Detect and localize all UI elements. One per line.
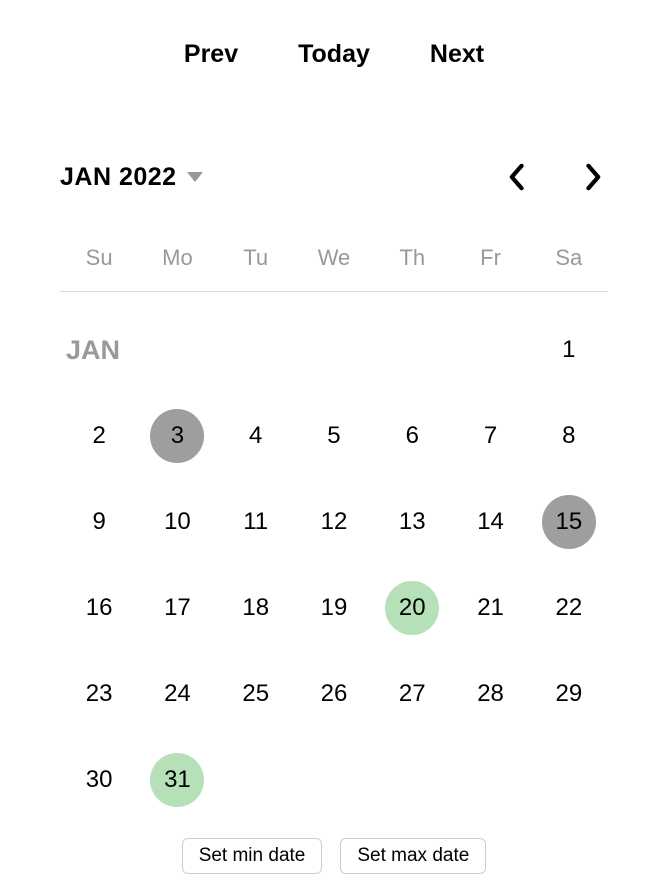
day-cell[interactable]: 22 [530,580,608,636]
weekday-label: Su [60,245,138,271]
day-cell[interactable]: 4 [217,408,295,464]
day-cell[interactable]: 10 [138,494,216,550]
day-number: 28 [464,667,518,721]
weekday-label: Fr [451,245,529,271]
day-cell[interactable]: 7 [451,408,529,464]
day-cell[interactable]: 9 [60,494,138,550]
day-number: 4 [229,409,283,463]
day-number: 13 [385,495,439,549]
day-cell[interactable]: 26 [295,666,373,722]
day-cell[interactable]: 25 [217,666,295,722]
day-cell[interactable]: 5 [295,408,373,464]
day-cell[interactable]: 11 [217,494,295,550]
day-cell[interactable]: 18 [217,580,295,636]
day-number: 14 [464,495,518,549]
day-number: 23 [72,667,126,721]
set-max-date-button[interactable]: Set max date [340,838,486,874]
day-cell[interactable]: 8 [530,408,608,464]
day-cell[interactable]: 15 [530,494,608,550]
day-number: 30 [72,753,126,807]
next-button[interactable]: Next [430,40,484,69]
dropdown-icon [187,172,203,182]
next-month-button[interactable] [580,159,608,195]
days-grid: 2345678910111213141516171819202122232425… [60,408,608,808]
day-cell[interactable]: 6 [373,408,451,464]
month-selector[interactable]: JAN 2022 [60,163,203,192]
weekday-header: Su Mo Tu We Th Fr Sa [60,245,608,292]
day-number: 21 [464,581,518,635]
day-cell[interactable]: 16 [60,580,138,636]
month-header: JAN 2022 [60,159,608,195]
weekday-label: Sa [530,245,608,271]
day-cell[interactable]: 3 [138,408,216,464]
day-cell[interactable]: 21 [451,580,529,636]
day-number: 22 [542,581,596,635]
chevron-right-icon [584,163,604,191]
day-number: 29 [542,667,596,721]
day-cell[interactable]: 29 [530,666,608,722]
chevron-left-icon [506,163,526,191]
day-cell[interactable]: 14 [451,494,529,550]
month-year-label: JAN 2022 [60,163,177,192]
set-min-date-button[interactable]: Set min date [182,838,323,874]
weekday-label: Mo [138,245,216,271]
day-cell[interactable]: 30 [60,752,138,808]
day-cell[interactable]: 23 [60,666,138,722]
month-name-label: JAN [60,335,138,366]
weekday-label: Tu [217,245,295,271]
day-cell[interactable]: 28 [451,666,529,722]
day-cell[interactable]: 2 [60,408,138,464]
day-number: 12 [307,495,361,549]
day-cell[interactable]: 31 [138,752,216,808]
day-cell[interactable]: 17 [138,580,216,636]
day-number: 26 [307,667,361,721]
day-number: 10 [150,495,204,549]
day-number: 27 [385,667,439,721]
day-number: 1 [542,323,596,377]
day-number: 8 [542,409,596,463]
day-number: 9 [72,495,126,549]
prev-button[interactable]: Prev [184,40,238,69]
day-number: 2 [72,409,126,463]
day-number: 25 [229,667,283,721]
prev-month-button[interactable] [502,159,530,195]
day-cell[interactable]: 20 [373,580,451,636]
day-number: 7 [464,409,518,463]
day-number: 6 [385,409,439,463]
weekday-label: Th [373,245,451,271]
day-cell[interactable]: 12 [295,494,373,550]
day-cell[interactable]: 27 [373,666,451,722]
day-number: 19 [307,581,361,635]
weekday-label: We [295,245,373,271]
day-number: 11 [229,495,283,549]
day-number: 18 [229,581,283,635]
day-cell[interactable]: 13 [373,494,451,550]
day-cell[interactable]: 24 [138,666,216,722]
day-number: 31 [150,753,204,807]
day-number: 16 [72,581,126,635]
day-cell[interactable]: 19 [295,580,373,636]
day-number: 15 [542,495,596,549]
bottom-buttons: Set min date Set max date [40,838,628,874]
calendar: JAN 2022 Su Mo Tu We Th [40,159,628,808]
today-button[interactable]: Today [298,40,370,69]
day-number: 3 [150,409,204,463]
day-cell[interactable]: 1 [530,322,608,378]
day-number: 5 [307,409,361,463]
day-number: 24 [150,667,204,721]
day-number: 17 [150,581,204,635]
month-name-row: JAN 1 [60,322,608,378]
day-number: 20 [385,581,439,635]
month-arrow-nav [502,159,608,195]
nav-top: Prev Today Next [40,40,628,69]
